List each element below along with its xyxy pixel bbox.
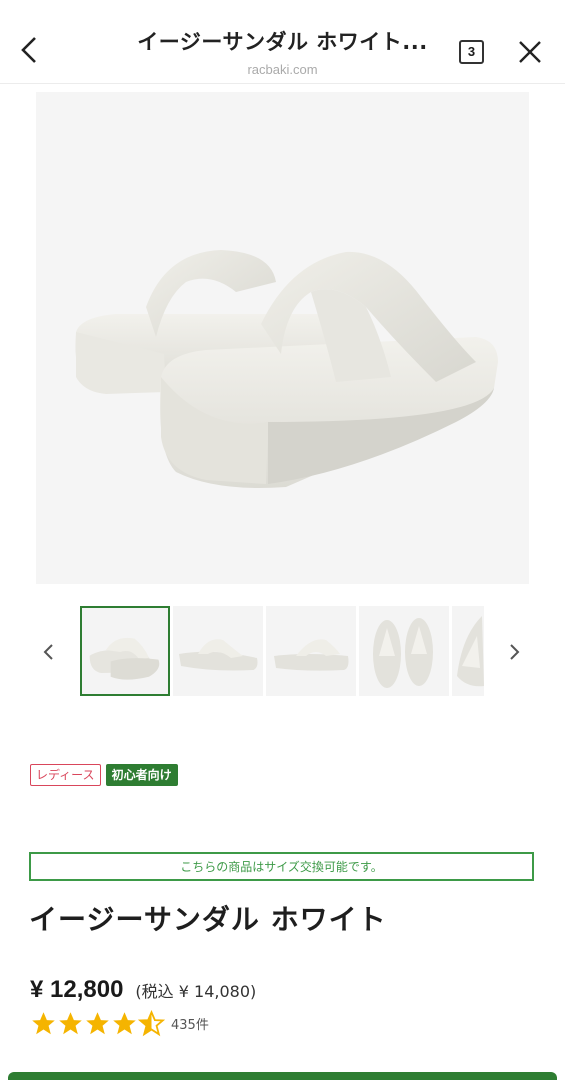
- thumbnail-4[interactable]: [359, 606, 449, 696]
- title-area: イージーサンダル ホワイト... racbaki.com: [90, 26, 475, 77]
- sandal-thumbnail-image: [179, 639, 258, 671]
- star-half-icon: [138, 1010, 165, 1037]
- back-button[interactable]: [14, 30, 44, 70]
- chevron-right-icon: [510, 644, 520, 660]
- rating-row[interactable]: 435件: [30, 1010, 209, 1037]
- thumbnail-5[interactable]: [452, 606, 484, 696]
- sandal-illustration: [75, 250, 498, 488]
- tab-count-button[interactable]: 3: [459, 40, 484, 64]
- chevron-left-icon: [43, 644, 53, 660]
- star-full-icon: [59, 1012, 82, 1035]
- thumbnail-next-button[interactable]: [503, 634, 527, 670]
- star-full-icon: [113, 1012, 136, 1035]
- price-row: ¥ 12,800 (税込 ¥ 14,080): [30, 976, 256, 1004]
- browser-header: イージーサンダル ホワイト... racbaki.com 3: [0, 0, 565, 84]
- product-title: イージーサンダル ホワイト: [29, 903, 387, 936]
- tag-list: レディース 初心者向け: [30, 764, 178, 786]
- thumbnail-3[interactable]: [266, 606, 356, 696]
- thumbnail-prev-button[interactable]: [36, 634, 60, 670]
- thumbnail-1[interactable]: [80, 606, 170, 696]
- thumbnail-2[interactable]: [173, 606, 263, 696]
- price-with-tax: (税込 ¥ 14,080): [135, 982, 257, 1001]
- sandal-thumbnail-image: [274, 639, 349, 671]
- star-full-icon: [86, 1012, 109, 1035]
- ladies-badge: レディース: [30, 764, 101, 786]
- chevron-left-icon: [21, 37, 36, 63]
- sandal-thumbnail-image: [457, 616, 484, 687]
- size-exchange-notice: こちらの商品はサイズ交換可能です。: [29, 852, 534, 881]
- close-button[interactable]: [514, 36, 546, 68]
- page-url: racbaki.com: [247, 62, 318, 77]
- add-to-cart-bar[interactable]: [8, 1072, 557, 1080]
- beginner-badge: 初心者向け: [105, 764, 178, 786]
- thumbnail-strip: [80, 606, 484, 696]
- close-icon: [519, 41, 541, 63]
- review-count: 435件: [171, 1018, 209, 1033]
- page-title: イージーサンダル ホワイト...: [137, 30, 428, 54]
- sandal-thumbnail-image: [373, 618, 433, 688]
- price: ¥ 12,800: [30, 976, 124, 1003]
- product-main-image[interactable]: [36, 92, 529, 584]
- star-full-icon: [32, 1012, 55, 1035]
- sandal-thumbnail-image: [89, 637, 160, 680]
